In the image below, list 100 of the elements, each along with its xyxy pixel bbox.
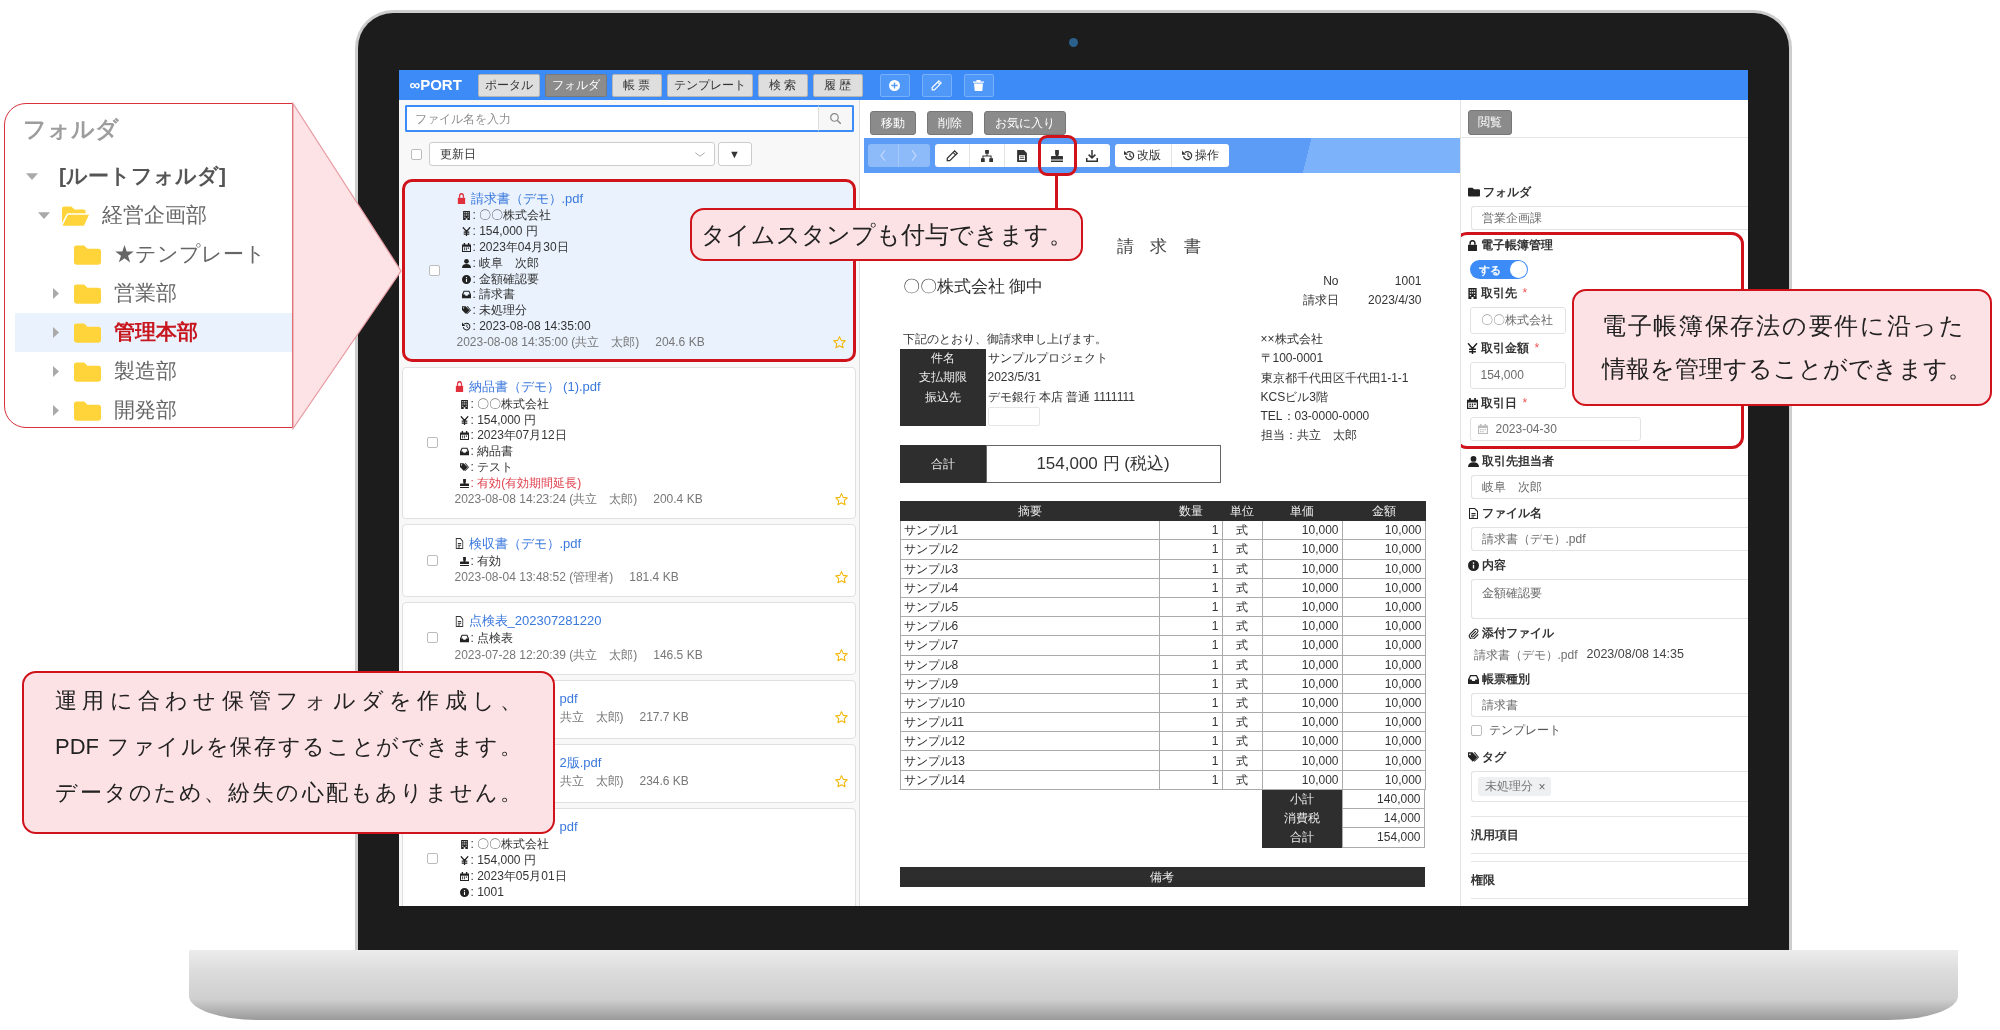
meta-text: : 岐阜 次郎 <box>472 255 540 271</box>
table-cell: 式 <box>1222 693 1262 713</box>
required-mark: * <box>1534 340 1540 356</box>
meta-text: : 未処理分 <box>472 303 528 319</box>
recipient-name: 〇〇株式会社 御中 <box>901 276 1044 298</box>
table-cell: サンプル13 <box>900 750 1159 771</box>
field-label: 取引先担当者 <box>1481 453 1554 469</box>
table-cell: 1 <box>1159 597 1222 617</box>
column-header: 金額 <box>1342 501 1425 521</box>
file-size: 234.6 KB <box>639 773 689 789</box>
table-cell: 10,000 <box>1262 731 1342 751</box>
table-cell: 10,000 <box>1342 693 1425 713</box>
column-header: 数量 <box>1159 501 1222 521</box>
meta-text: : 1001 <box>470 884 504 900</box>
table-cell: 10,000 <box>1262 559 1342 579</box>
issuer-line: 東京都千代田区千代田1-1-1 <box>1260 369 1409 387</box>
table-cell: 式 <box>1222 520 1262 540</box>
modified-info: 2023-08-08 14:35:00 (共立 太郎) <box>456 335 640 351</box>
issuer-line: 担当：共立 太郎 <box>1260 427 1358 445</box>
meta-value: 2023/4/30 <box>1367 292 1422 309</box>
modified-info: 共立 太郎) <box>559 709 624 725</box>
table-cell: サンプル4 <box>900 578 1159 598</box>
table-cell: 式 <box>1222 674 1262 694</box>
summary-label: 小計 <box>1288 790 1315 808</box>
table-cell: 10,000 <box>1262 597 1342 617</box>
checkbox-label: テンプレート <box>1488 722 1561 738</box>
file-size: 204.6 KB <box>655 335 705 351</box>
callout-text: 電子帳簿保存法の要件に沿った <box>1602 311 1964 341</box>
summary-value: 14,000 <box>1341 809 1425 829</box>
modified-info: 2023-07-28 12:20:39 (共立 太郎) <box>454 647 638 663</box>
table-cell: サンプル14 <box>900 770 1159 790</box>
table-cell: サンプル1 <box>900 520 1159 540</box>
table-cell: 10,000 <box>1262 616 1342 636</box>
meta-text: : 金額確認要 <box>472 271 540 287</box>
field-label: ファイル名 <box>1481 505 1542 521</box>
field-label: 内容 <box>1481 557 1506 573</box>
detail-label: 支払期限 <box>917 369 968 387</box>
table-cell: 1 <box>1159 635 1222 655</box>
table-cell: 10,000 <box>1342 597 1425 617</box>
meta-text: : 有効 <box>470 553 502 569</box>
table-cell: サンプル5 <box>900 597 1159 617</box>
table-cell: 10,000 <box>1342 635 1425 655</box>
table-cell: 式 <box>1222 770 1262 790</box>
table-cell: 10,000 <box>1262 539 1342 560</box>
file-size: 200.4 KB <box>653 492 703 508</box>
total-value: 154,000 円 (税込) <box>985 445 1221 483</box>
table-cell: 10,000 <box>1262 520 1342 540</box>
table-cell: 10,000 <box>1342 731 1425 751</box>
field-label: 電子帳簿管理 <box>1480 237 1553 253</box>
field-label: 取引先 <box>1480 285 1517 301</box>
table-cell: 10,000 <box>1342 712 1425 732</box>
table-cell: 式 <box>1222 635 1262 655</box>
table-cell: 10,000 <box>1342 750 1425 771</box>
tag-label: 未処理分 <box>1484 779 1533 794</box>
field-label: フォルダ <box>1482 184 1531 200</box>
required-mark: * <box>1522 395 1528 411</box>
table-cell: サンプル9 <box>900 674 1159 694</box>
table-cell: 式 <box>1222 559 1262 579</box>
field-label: 添付ファイル <box>1481 625 1554 641</box>
table-cell: 式 <box>1222 712 1262 732</box>
table-cell: 10,000 <box>1262 750 1342 771</box>
detail-label: 件名 <box>929 350 956 367</box>
issuer-line: 〒100-0001 <box>1260 350 1325 368</box>
remarks-header: 備考 <box>899 866 1425 887</box>
table-cell: 10,000 <box>1342 578 1425 598</box>
meta-text: : 154,000 円 <box>472 224 538 240</box>
table-cell: 10,000 <box>1342 616 1425 636</box>
table-cell: サンプル6 <box>900 616 1159 636</box>
table-cell: 10,000 <box>1262 655 1342 675</box>
meta-text: : 154,000 円 <box>470 412 536 428</box>
issuer-line: TEL：03-0000-0000 <box>1260 408 1371 426</box>
modified-info: 2023-08-04 13:48:52 (管理者) <box>454 569 614 585</box>
column-header: 単価 <box>1262 501 1342 521</box>
summary-value: 140,000 <box>1341 789 1425 810</box>
modified-info: 2023-08-08 14:23:24 (共立 太郎) <box>454 492 638 508</box>
table-cell: 1 <box>1159 559 1222 579</box>
file-size: 146.5 KB <box>653 647 703 663</box>
meta-text: : 請求書 <box>472 287 516 303</box>
table-cell: 10,000 <box>1262 578 1342 598</box>
modified-info: 共立 太郎) <box>559 773 624 789</box>
meta-text: : 2023年04月30日 <box>472 240 569 255</box>
app-logo: ∞PORT <box>409 75 463 95</box>
file-size: 181.4 KB <box>629 569 679 585</box>
table-cell: 1 <box>1159 655 1222 675</box>
table-cell: 10,000 <box>1342 770 1425 790</box>
attachment-date: 2023/08/08 14:35 <box>1586 647 1684 663</box>
summary-value: 154,000 <box>1341 828 1425 848</box>
summary-label: 合計 <box>1288 829 1315 847</box>
meta-text: : テスト <box>470 459 514 475</box>
table-cell: サンプル2 <box>900 539 1159 560</box>
meta-text: : 154,000 円 <box>470 852 536 868</box>
table-cell: 1 <box>1159 731 1222 751</box>
table-cell: 10,000 <box>1262 712 1342 732</box>
column-header: 単位 <box>1222 501 1262 521</box>
total-label: 合計 <box>899 445 986 483</box>
table-cell: 1 <box>1159 674 1222 694</box>
table-cell: サンプル10 <box>900 693 1159 713</box>
table-cell: 式 <box>1222 597 1262 617</box>
field-label: 取引金額 <box>1480 340 1529 356</box>
table-cell: 式 <box>1222 655 1262 675</box>
